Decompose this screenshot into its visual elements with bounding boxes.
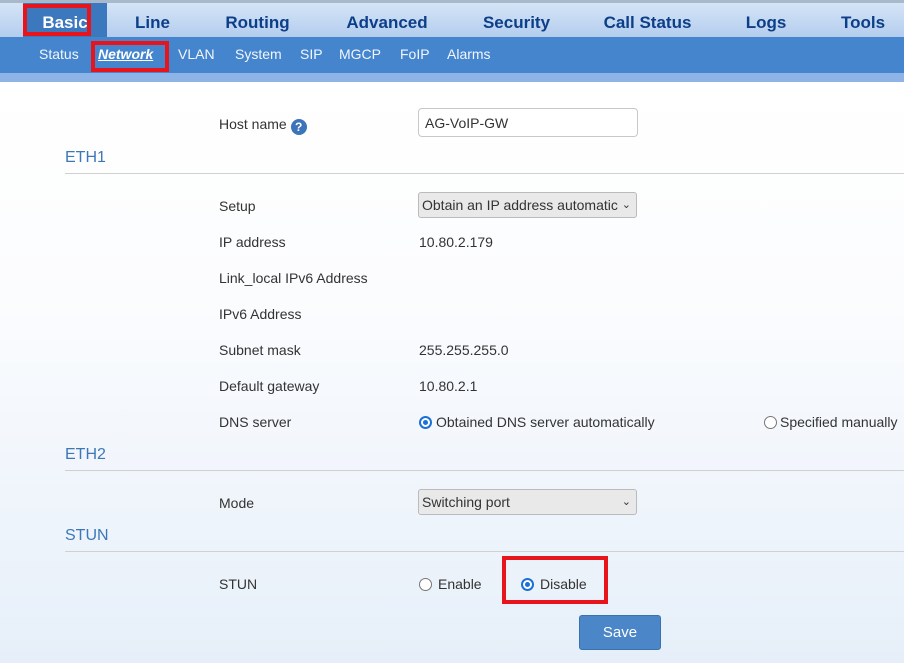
mode-label: Mode [219, 495, 255, 511]
host-name-input[interactable] [418, 108, 638, 137]
highlight-box [23, 4, 91, 36]
link-local-ipv6-label: Link_local IPv6 Address [219, 270, 368, 286]
mode-select[interactable]: Switching port ⌄ [418, 489, 637, 515]
setup-select[interactable]: Obtain an IP address automatic ⌄ [418, 192, 637, 218]
divider [65, 173, 904, 174]
dns-manual-label: Specified manually [780, 414, 898, 430]
section-eth2: ETH2 [65, 446, 106, 463]
subtab-alarms[interactable]: Alarms [447, 37, 491, 73]
dns-manual-radio[interactable]: Specified manually [764, 414, 898, 430]
ipv6-label: IPv6 Address [219, 306, 302, 322]
dns-auto-radio[interactable]: Obtained DNS server automatically [419, 414, 655, 430]
radio-unchecked-icon[interactable] [764, 416, 777, 429]
setup-value: Obtain an IP address automatic [422, 197, 618, 213]
subtab-system[interactable]: System [235, 37, 282, 73]
dns-label: DNS server [219, 414, 292, 430]
gateway-label: Default gateway [219, 378, 320, 394]
save-button[interactable]: Save [579, 615, 661, 650]
stun-label: STUN [219, 576, 258, 592]
tab-routing[interactable]: Routing [215, 3, 300, 40]
highlight-box [502, 556, 608, 604]
tab-line[interactable]: Line [120, 3, 185, 40]
mode-value: Switching port [422, 494, 510, 510]
ip-value: 10.80.2.179 [419, 234, 493, 250]
radio-checked-icon[interactable] [419, 416, 432, 429]
tab-logs[interactable]: Logs [737, 3, 795, 40]
subtab-mgcp[interactable]: MGCP [339, 37, 381, 73]
ip-label: IP address [219, 234, 286, 250]
host-name-text: Host name [219, 116, 287, 132]
section-eth1: ETH1 [65, 149, 106, 166]
subnet-value: 255.255.255.0 [419, 342, 509, 358]
nav-band [0, 73, 904, 82]
host-name-label: Host name? [219, 116, 307, 135]
help-icon[interactable]: ? [290, 119, 307, 135]
main-nav: Basic Line Routing Advanced Security Cal… [0, 0, 904, 40]
setup-label: Setup [219, 198, 256, 214]
tab-call-status[interactable]: Call Status [595, 3, 700, 40]
gateway-value: 10.80.2.1 [419, 378, 478, 394]
subtab-vlan[interactable]: VLAN [178, 37, 215, 73]
radio-unchecked-icon[interactable] [419, 578, 432, 591]
tab-advanced[interactable]: Advanced [337, 3, 437, 40]
stun-enable-label: Enable [438, 576, 482, 592]
tab-tools[interactable]: Tools [832, 3, 894, 40]
subnet-label: Subnet mask [219, 342, 301, 358]
divider [65, 551, 904, 552]
dns-auto-label: Obtained DNS server automatically [436, 414, 655, 430]
stun-enable-radio[interactable]: Enable [419, 576, 482, 592]
divider [65, 470, 904, 471]
chevron-down-icon: ⌄ [621, 496, 631, 508]
chevron-down-icon: ⌄ [621, 199, 631, 211]
highlight-box [91, 41, 169, 72]
subtab-foip[interactable]: FoIP [400, 37, 430, 73]
tab-security[interactable]: Security [474, 3, 559, 40]
subtab-sip[interactable]: SIP [300, 37, 323, 73]
subtab-status[interactable]: Status [39, 37, 79, 73]
section-stun: STUN [65, 527, 109, 544]
